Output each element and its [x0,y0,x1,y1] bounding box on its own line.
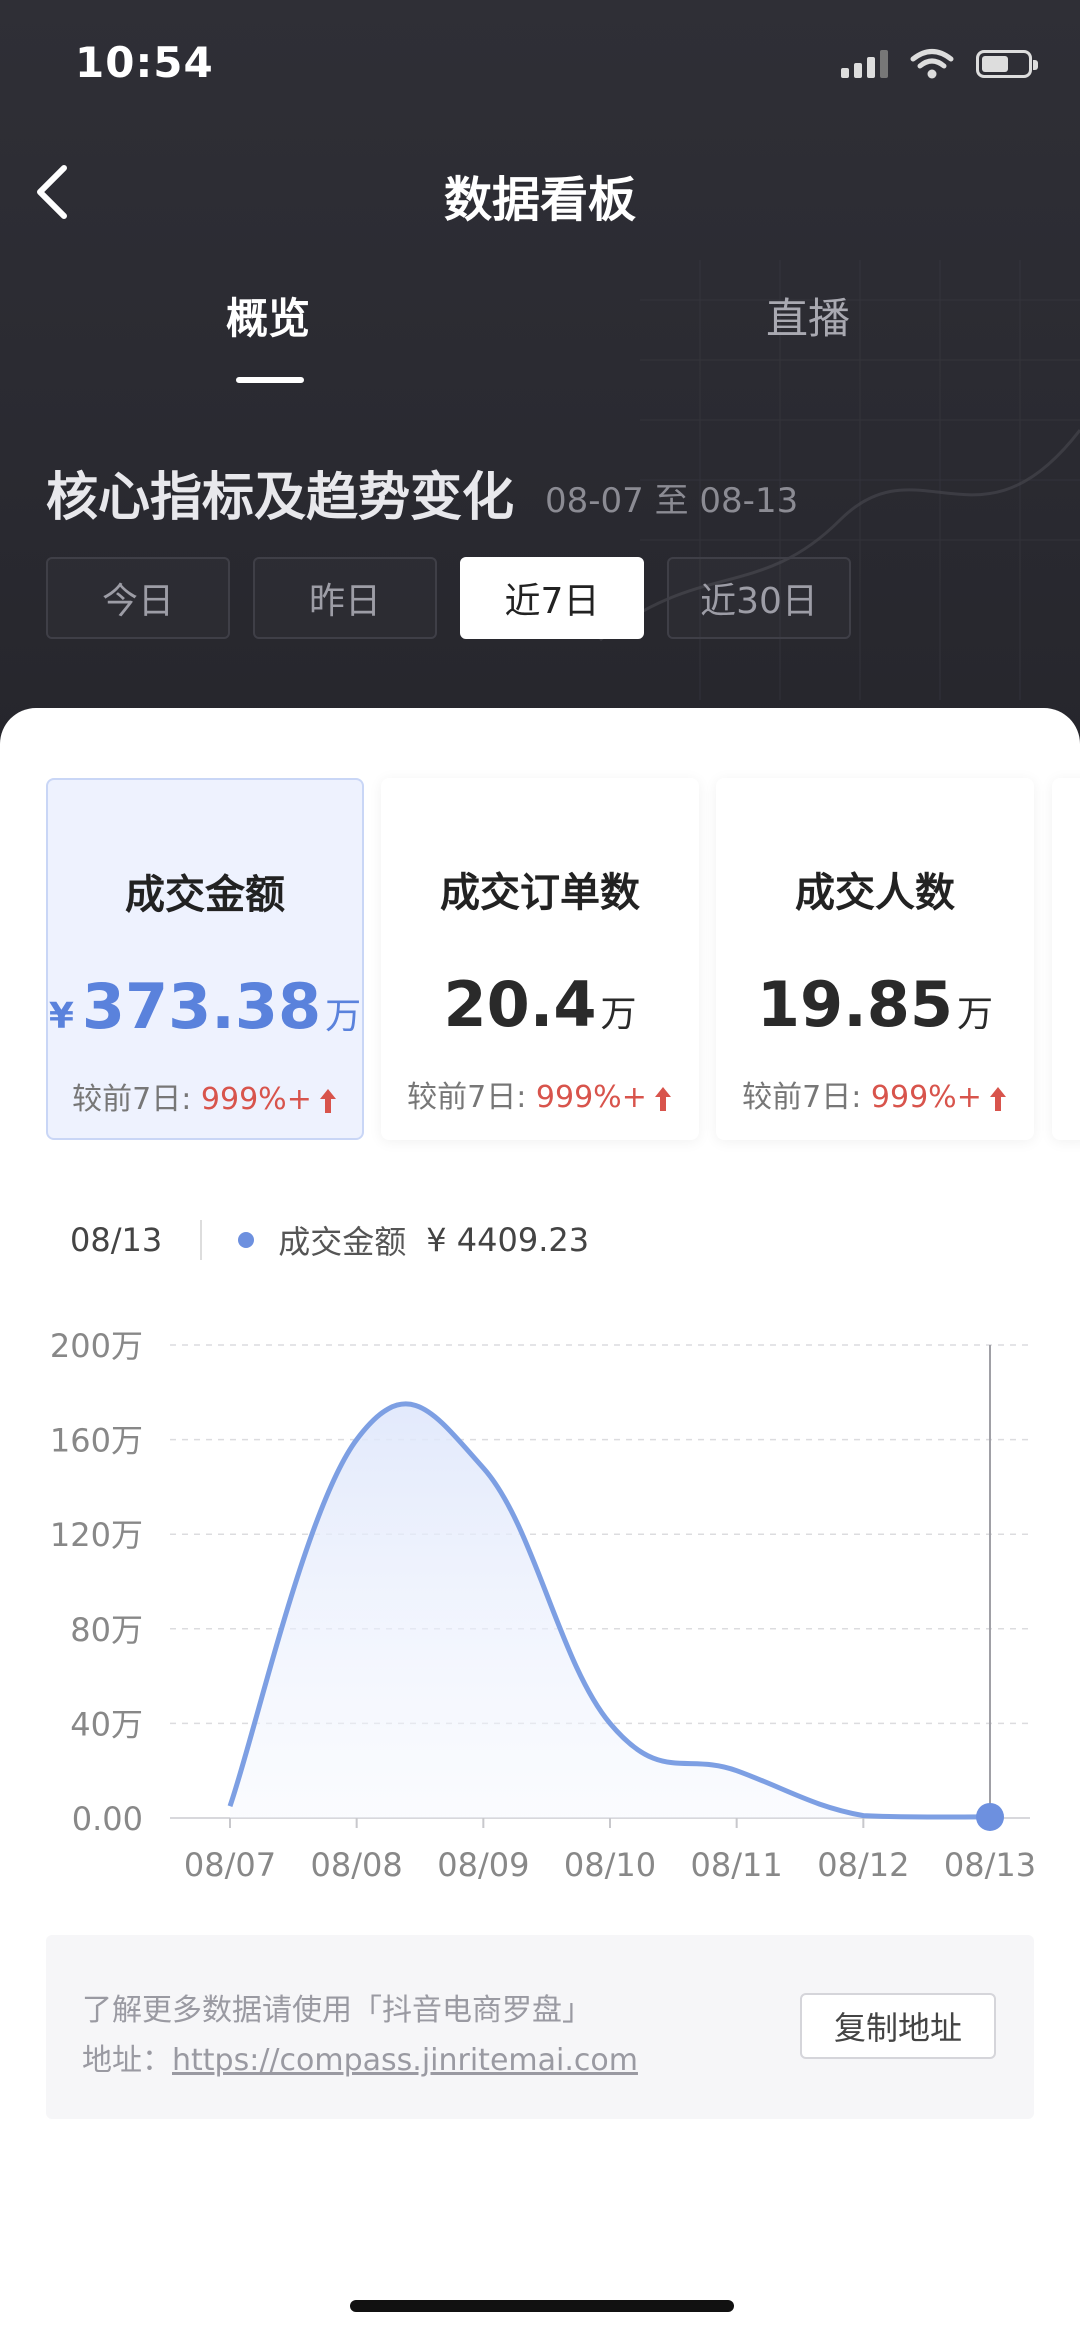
metric-compare: 较前7日: 999%+ [716,1072,1034,1116]
status-time: 10:54 [75,38,214,87]
date-range: 08-07 至 08-13 [545,481,799,521]
tab-live[interactable]: 直播 [766,285,850,346]
compare-value: 999%+ [200,1082,312,1117]
metric-label: 成交订单数 [440,870,640,916]
address-label: 地址： [82,2043,172,2078]
compare-value: 999%+ [535,1080,647,1115]
metric-compare: 较前7日: 999%+ [48,1074,362,1118]
metric-card-gmv[interactable]: 成交金额 ¥373.38 万 较前7日: 999%+ [46,778,364,1140]
range-yesterday-button[interactable]: 昨日 [253,557,437,639]
compass-link[interactable]: https://compass.jinritemai.com [172,2043,638,2078]
range-today-button[interactable]: 今日 [46,557,230,639]
page-title: 数据看板 [443,172,636,228]
compare-label: 较前7日: [407,1080,527,1115]
tab-overview[interactable]: 概览 [226,285,310,346]
info-text: 了解更多数据请使用「抖音电商罗盘」 [82,1993,592,2028]
x-tick-label: 08/10 [564,1846,656,1884]
status-icons [841,48,1038,80]
wifi-icon [910,49,954,79]
x-tick-label: 08/09 [437,1846,529,1884]
x-tick-label: 08/13 [944,1846,1036,1884]
metric-label: 成交金额 [125,872,285,918]
highlight-point [976,1802,1004,1831]
metric-value: 373.38 [81,970,322,1043]
copy-address-button[interactable]: 复制地址 [800,1993,996,2059]
home-indicator [350,2300,734,2312]
metric-value: 20.4 [443,968,597,1041]
battery-icon [976,50,1038,78]
x-tick-label: 08/08 [311,1846,403,1884]
metric-value: 19.85 [756,968,954,1041]
compare-value: 999%+ [870,1080,982,1115]
arrow-up-icon [319,1088,336,1113]
metric-card-buyers[interactable]: 成交人数 19.85 万 较前7日: 999%+ [716,778,1034,1140]
x-tick-label: 08/11 [691,1846,783,1884]
arrow-up-icon [989,1086,1006,1111]
metric-card-next-peek[interactable] [1052,778,1080,1140]
y-tick-label: 80万 [70,1611,143,1649]
compare-label: 较前7日: [742,1080,862,1115]
legend-dot [238,1232,255,1248]
signal-icon [841,50,888,78]
info-address: 地址：https://compass.jinritemai.com [82,2035,638,2079]
series-area [230,1403,990,1818]
trend-chart[interactable]: 0.00 40万 80万 120万 160万 200万 08/07 08/08 08/09 08/… [0,1290,1080,1890]
metric-unit: 万 [325,996,362,1037]
x-tick-label: 08/07 [184,1846,276,1884]
metric-value-row: ¥373.38 万 [48,970,362,1043]
metric-card-orders[interactable]: 成交订单数 20.4 万 较前7日: 999%+ [381,778,699,1140]
chart-tooltip-legend: 08/13 成交金额 ¥ 4409.23 [70,1210,589,1270]
metric-unit: 万 [957,994,994,1035]
legend-divider [200,1220,203,1260]
metric-currency: ¥ [48,996,74,1037]
metric-label: 成交人数 [795,870,955,916]
compass-info-box: 了解更多数据请使用「抖音电商罗盘」 地址：https://compass.jin… [46,1935,1034,2119]
legend-series-name: 成交金额 [278,1223,407,1261]
x-tick-label: 08/12 [817,1846,909,1884]
legend-value: ¥ 4409.23 [426,1221,590,1259]
y-tick-label: 200万 [50,1327,143,1365]
legend-date: 08/13 [70,1221,163,1259]
y-tick-label: 120万 [50,1516,143,1554]
y-tick-label: 40万 [70,1705,143,1743]
active-tab-indicator [236,377,304,383]
metric-value-row: 19.85 万 [716,968,1034,1041]
metric-unit: 万 [600,994,637,1035]
status-bar: 10:54 [0,0,1080,120]
tab-bar: 概览 直播 [0,285,1080,395]
metric-value-row: 20.4 万 [381,968,699,1041]
range-30days-button[interactable]: 近30日 [667,557,851,639]
y-tick-label: 160万 [50,1422,143,1460]
range-7days-button[interactable]: 近7日 [460,557,644,639]
compare-label: 较前7日: [72,1082,192,1117]
arrow-up-icon [654,1086,671,1111]
header: 10:54 数据看板 概览 直播 核心指标及趋势变化 08-07 至 08-13… [0,0,1080,760]
y-tick-label: 0.00 [72,1800,143,1838]
section-title: 核心指标及趋势变化 [46,468,515,528]
metric-compare: 较前7日: 999%+ [381,1072,699,1116]
